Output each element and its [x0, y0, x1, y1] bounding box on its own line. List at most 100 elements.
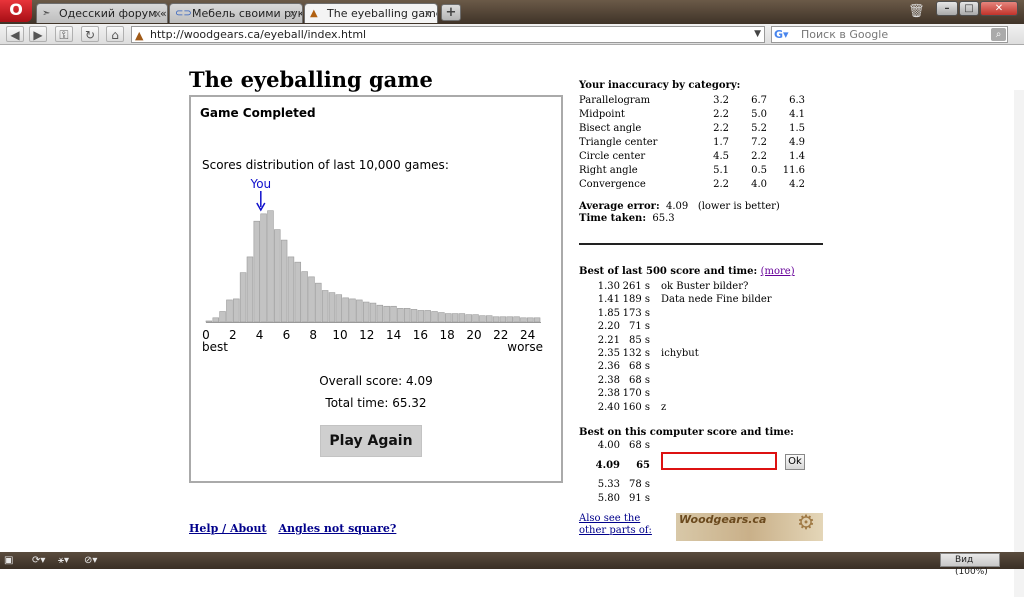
home-button[interactable]: ⌂ [106, 26, 124, 42]
new-tab-button[interactable]: + [441, 4, 461, 21]
woodgears-favicon-icon: ▲ [310, 8, 318, 19]
also-see-link[interactable]: Also see the other parts of: [579, 513, 652, 537]
x-tick-label: 2 [229, 328, 237, 342]
link-favicon-icon: ⊂⊃ [175, 8, 192, 19]
speed-dial-icon[interactable]: ⊘▾ [84, 554, 97, 567]
histogram-bar [486, 315, 493, 323]
search-icon[interactable]: ⌕ [991, 28, 1006, 41]
unite-icon[interactable]: ⚹▾ [58, 554, 69, 567]
sync-icon[interactable]: ⟳▾ [32, 554, 45, 567]
inaccuracy-title: Your inaccuracy by category: [579, 80, 741, 91]
category-name: Circle center [579, 151, 646, 162]
tab-close-icon[interactable]: x [154, 4, 161, 23]
best500-time: 160 s [622, 401, 650, 413]
histogram-bar [520, 317, 527, 323]
banner-text: Woodgears.ca [679, 513, 767, 526]
average-error-note: (lower is better) [697, 201, 780, 212]
back-button[interactable]: ◀ [6, 26, 24, 42]
best500-name: ichybut [661, 348, 699, 360]
histogram-bar [369, 302, 377, 323]
histogram-bar [533, 317, 541, 323]
best-computer-time: 78 s [628, 479, 650, 490]
best500-row: 2.38 68 s [579, 374, 772, 387]
page-content: The eyeballing game Game Completed Score… [0, 45, 1024, 597]
best500-name: z [661, 401, 667, 413]
zoom-control[interactable]: Вид (100%) [940, 553, 1000, 577]
close-window-button[interactable]: ✕ [980, 1, 1018, 16]
average-error: Average error: 4.09 (lower is better) [579, 201, 780, 212]
best-computer-row: 4.09 65 [579, 453, 650, 478]
tab-furniture[interactable]: ⊂⊃ Мебель своими рука... x [169, 3, 303, 23]
best500-name: Data nede Fine bilder [661, 294, 772, 306]
histogram-bar [260, 213, 267, 323]
histogram-bar [274, 229, 281, 323]
trash-icon[interactable]: 🗑 [908, 4, 925, 20]
best500-time: 170 s [622, 388, 650, 400]
best-computer-row: 4.00 68 s [579, 439, 650, 453]
key-icon[interactable]: ⚿ [55, 26, 73, 42]
tab-forum[interactable]: ➣ Одесский форум «Од... x [36, 3, 168, 23]
tab-close-icon[interactable]: x [289, 4, 296, 23]
best-computer-time: 91 s [628, 493, 650, 504]
page-scrollbar[interactable] [1014, 90, 1024, 597]
histogram-bar [458, 313, 466, 323]
best500-name [650, 374, 772, 387]
best500-time: 189 s [622, 294, 650, 306]
best500-row: 2.21 85 s [579, 334, 772, 347]
help-about-link[interactable]: Help / About [189, 522, 267, 535]
average-error-label: Average error: [579, 201, 660, 212]
best500-score: 2.38 [597, 388, 620, 400]
woodgears-banner[interactable]: Woodgears.ca ⚙ [676, 513, 823, 541]
best500-name: ok Buster bilder? [661, 281, 749, 292]
histogram-bar [499, 316, 507, 323]
more-link[interactable]: (more) [761, 266, 795, 277]
address-bar[interactable]: ▲ http://woodgears.ca/eyeball/index.html… [131, 26, 765, 43]
angles-not-square-link[interactable]: Angles not square? [278, 522, 396, 535]
best-computer-table: 4.00 68 s 4.09 65 5.33 78 s 5.80 91 s [579, 439, 650, 506]
tab-eyeballing-game[interactable]: ▲ The eyeballing game x [304, 3, 438, 23]
ok-button[interactable]: Ok [785, 454, 805, 470]
best500-time: 68 s [628, 374, 650, 386]
best500-title-text: Best of last 500 score and time: [579, 266, 758, 277]
chevron-down-icon[interactable]: ▼ [754, 27, 761, 42]
name-input[interactable] [661, 452, 777, 470]
best500-row: 2.40 160 s z [579, 401, 772, 414]
time-taken-value: 65.3 [652, 213, 675, 224]
x-tick-label: 20 [466, 328, 481, 342]
divider [579, 243, 823, 245]
tab-close-icon[interactable]: x [424, 4, 431, 23]
x-tick-label: 18 [440, 328, 455, 342]
maximize-button[interactable]: □ [959, 1, 979, 16]
minimize-button[interactable]: – [936, 1, 958, 16]
tab-label: Одесский форум «Од... [59, 7, 167, 20]
best500-score: 2.35 [597, 348, 620, 360]
best500-time: 68 s [628, 361, 650, 373]
histogram-bar [219, 311, 226, 323]
category-name: Convergence [579, 179, 646, 190]
x-tick-label: 16 [413, 328, 428, 342]
game-panel: Game Completed Scores distribution of la… [189, 95, 563, 483]
x-tick-label: 10 [332, 328, 347, 342]
opera-menu-button[interactable]: O [0, 0, 32, 22]
best-computer-title: Best on this computer score and time: [579, 427, 794, 438]
best-computer-score: 4.00 [597, 440, 620, 451]
category-value: 4.0 [751, 179, 767, 190]
reload-button[interactable]: ↻ [81, 26, 99, 42]
google-icon: G▾ [774, 28, 789, 41]
forward-button[interactable]: ▶ [29, 26, 47, 42]
histogram-bar [397, 308, 404, 323]
histogram-bar [513, 316, 520, 323]
play-again-button[interactable]: Play Again [320, 425, 422, 457]
best500-score: 2.20 [597, 321, 620, 333]
category-value: 1.4 [789, 151, 805, 162]
category-value: 11.6 [782, 165, 805, 176]
inaccuracy-row: Bisect angle 2.2 5.2 1.5 [579, 122, 805, 136]
histogram-bar [390, 305, 397, 323]
category-value: 4.9 [789, 137, 805, 148]
histogram-bar [431, 311, 438, 323]
search-input[interactable]: G▾ Поиск в Google ⌕ [771, 26, 1008, 43]
category-value: 3.2 [713, 95, 729, 106]
histogram-bar [267, 210, 274, 323]
panel-toggle-icon[interactable]: ▣ [4, 554, 13, 567]
category-value: 5.1 [713, 165, 729, 176]
